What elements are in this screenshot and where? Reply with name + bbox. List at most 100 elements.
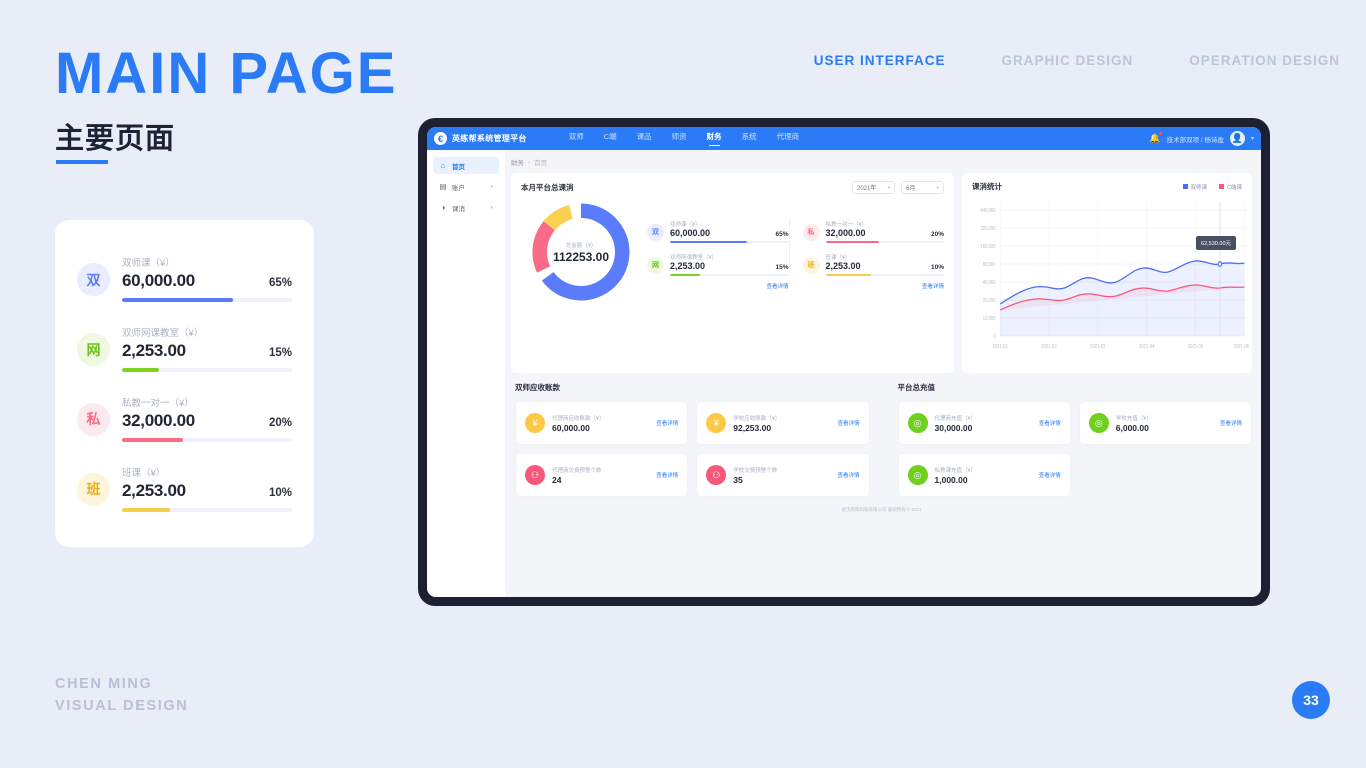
date-filters: 2021年 ▾ 6月 ▾ (852, 181, 944, 194)
year-select[interactable]: 2021年 ▾ (852, 181, 895, 194)
breadcrumb-current: 首页 (534, 160, 548, 167)
legend-key-label: 双师课 (1190, 184, 1208, 191)
legend-progress-bar (825, 273, 944, 276)
app-top-bar: € 英练帮系统管理平台 双师 C端 课品 师资 财务 系统 代理商 🔔 技术部双… (427, 127, 1261, 150)
metric-progress-bar (122, 437, 292, 442)
sidebar-item-consumption[interactable]: ◑ 课消 ▾ (433, 199, 499, 216)
credit-role: VISUAL DESIGN (55, 698, 189, 715)
view-detail-link[interactable]: 查看详情 (837, 419, 859, 427)
metric-percent: 20% (268, 416, 292, 429)
view-detail-link[interactable]: 查看详情 (837, 471, 859, 479)
panel-header: 本月平台总课消 2021年 ▾ 6月 ▾ (511, 173, 954, 194)
legend-percent: 15% (775, 263, 789, 271)
card-agent-receivable[interactable]: ¥ 代理商应收账款（¥） 60,000.00 查看详情 (515, 401, 689, 445)
legend-item: 班 班课（¥） 2,253.00 10% (802, 248, 944, 281)
nav-operation-design[interactable]: OPERATION DESIGN (1189, 53, 1340, 68)
legend-item: 私 私教一对一（¥） 32,000.00 20% (802, 215, 944, 248)
card-label: 代理商应收账款（¥） (552, 415, 605, 422)
page-title: MAIN PAGE (55, 41, 398, 106)
credit-name: CHEN MING (55, 676, 153, 692)
receivables-section: 双师应收账款 ¥ 代理商应收账款（¥） 60,000.00 查看详情 ¥ 学校应… (515, 382, 870, 497)
month-select[interactable]: 6月 ▾ (901, 181, 944, 194)
legend-item: 网 双师网课教室（¥） 2,253.00 15% (647, 248, 789, 281)
chart-tooltip: 62,530.00元 (1196, 236, 1236, 250)
view-detail-link-left[interactable]: 查看详情 (647, 281, 788, 290)
dashboard-screen: € 英练帮系统管理平台 双师 C端 课品 师资 财务 系统 代理商 🔔 技术部双… (427, 127, 1261, 597)
legend-progress-bar (670, 240, 789, 243)
view-detail-link[interactable]: 查看详情 (656, 419, 678, 427)
breadcrumb-root[interactable]: 财务 (511, 157, 524, 167)
view-detail-link-right[interactable]: 查看详情 (803, 281, 944, 290)
app-nav-shuangshi[interactable]: 双师 (569, 131, 584, 146)
year-select-value: 2021年 (857, 186, 877, 192)
app-content: 财务 › 首页 本月平台总课消 2021年 ▾ 6月 ▾ 总金额（¥） 1122… (505, 150, 1261, 597)
legend-value: 32,000.00 (825, 227, 866, 238)
nav-user-interface[interactable]: USER INTERFACE (814, 53, 946, 68)
metric-value: 32,000.00 (122, 410, 195, 430)
metric-progress-bar (122, 507, 292, 512)
legend-progress-bar (825, 240, 944, 243)
card-label: 代理商欠费预警个数 (552, 467, 602, 474)
recharge-icon: ◎ (907, 465, 928, 485)
card-agent-arrears-warning[interactable]: ⚇ 代理商欠费预警个数 24 查看详情 (515, 453, 689, 497)
chart-title: 课消统计 (972, 182, 1002, 191)
app-nav-dailishang[interactable]: 代理商 (777, 131, 800, 146)
panel-header: 课消统计 双师课 C端课 (962, 173, 1252, 192)
view-detail-link[interactable]: 查看详情 (1039, 419, 1061, 427)
metric-label: 私教一对一（¥） (122, 397, 194, 409)
legend-percent: 10% (930, 263, 944, 271)
legend-key-cduan[interactable]: C端课 (1219, 183, 1242, 191)
sidebar-item-account[interactable]: ▤ 账户 ▾ (433, 178, 499, 195)
chart-legend: 双师课 C端课 (1182, 183, 1242, 191)
card-value: 1,000.00 (934, 474, 968, 485)
card-school-arrears-warning[interactable]: ⚇ 学校欠费预警个数 35 查看详情 (696, 453, 870, 497)
app-nav-shizi[interactable]: 师资 (672, 131, 687, 146)
view-detail-link[interactable]: 查看详情 (1039, 471, 1061, 479)
app-nav-kepin[interactable]: 课品 (637, 131, 652, 146)
metric-badge-icon: 班 (77, 472, 110, 506)
clock-icon: ◑ (440, 203, 446, 212)
svg-text:320,000: 320,000 (980, 226, 995, 233)
metric-percent: 65% (268, 277, 292, 290)
legend-value: 60,000.00 (670, 227, 711, 238)
nav-graphic-design[interactable]: GRAPHIC DESIGN (1001, 53, 1133, 68)
wallet-icon: ▤ (439, 182, 447, 191)
sidebar-item-home[interactable]: ⌂ 首页 (433, 157, 499, 174)
brand-logo-icon: € (434, 132, 447, 145)
recharge-icon: ◎ (1088, 413, 1109, 433)
metric-summary-card: 双 双师课（¥） 60,000.00 65% 网 双师网课教室（¥） 2,253… (55, 220, 314, 547)
metric-label: 班课（¥） (122, 467, 166, 479)
card-value: 92,253.00 (733, 422, 772, 433)
view-detail-link[interactable]: 查看详情 (656, 471, 678, 479)
card-agent-recharge[interactable]: ◎ 代理商充值（¥） 30,000.00 查看详情 (897, 401, 1071, 445)
view-detail-link[interactable]: 查看详情 (1220, 419, 1242, 427)
x-tick-label: 2021-04 (1139, 344, 1155, 351)
breadcrumb-separator-icon: › (528, 158, 531, 166)
card-school-receivable[interactable]: ¥ 学校应收账款（¥） 92,253.00 查看详情 (696, 401, 870, 445)
slide-top-nav: USER INTERFACE GRAPHIC DESIGN OPERATION … (814, 53, 1340, 68)
recharge-icon: ◎ (907, 413, 928, 433)
card-value: 24 (552, 474, 562, 485)
notification-bell-icon[interactable]: 🔔 (1149, 132, 1162, 144)
app-bar-right: 🔔 技术部双项 / 杨诗盈 👤 ▾ (1149, 131, 1254, 146)
metric-percent: 15% (268, 347, 292, 360)
svg-text:40,000: 40,000 (983, 280, 996, 287)
yen-icon: ¥ (706, 413, 727, 433)
card-private-course-recharge[interactable]: ◎ 私教课充值（¥） 1,000.00 查看详情 (897, 453, 1071, 497)
chevron-down-icon[interactable]: ▾ (1251, 135, 1254, 142)
metric-badge-icon: 网 (77, 333, 110, 367)
legend-label: 班课（¥） (825, 254, 851, 261)
card-school-recharge[interactable]: ◎ 学校充值（¥） 6,000.00 查看详情 (1078, 401, 1252, 445)
app-brand: € 英练帮系统管理平台 (434, 132, 527, 145)
legend-swatch (1182, 184, 1188, 189)
legend-label: 私教一对一（¥） (825, 221, 868, 228)
metric-row: 私 私教一对一（¥） 32,000.00 20% (77, 395, 292, 442)
legend-key-shuangshi[interactable]: 双师课 (1182, 183, 1208, 191)
app-nav-cduan[interactable]: C端 (604, 131, 617, 146)
app-nav-caiwu[interactable]: 财务 (707, 131, 722, 146)
svg-text:160,000: 160,000 (980, 244, 995, 251)
app-nav-xitong[interactable]: 系统 (742, 131, 757, 146)
card-label: 学校欠费预警个数 (733, 467, 778, 474)
avatar[interactable]: 👤 (1229, 131, 1245, 146)
section-title: 平台总充值 (897, 383, 936, 392)
